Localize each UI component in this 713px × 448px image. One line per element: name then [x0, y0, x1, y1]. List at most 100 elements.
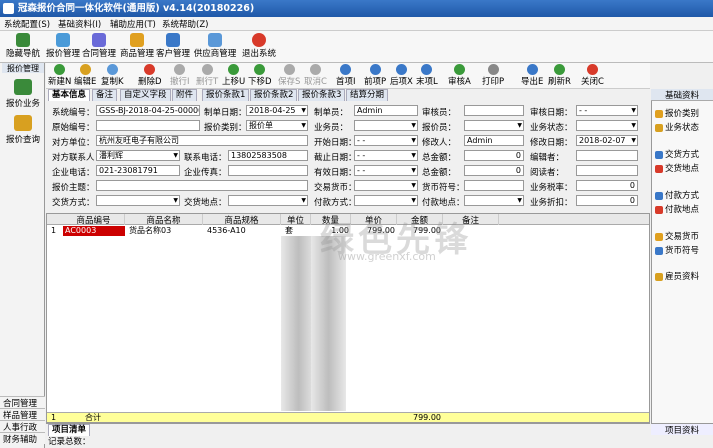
save-button[interactable]: 保存S	[278, 64, 300, 88]
move-down-button[interactable]: 下移D	[248, 64, 272, 88]
menu-base[interactable]: 基础资料(I)	[58, 18, 101, 30]
rate-field[interactable]: 0	[576, 195, 638, 206]
hide-nav-button[interactable]: 隐藏导航	[3, 33, 43, 61]
editor-field[interactable]	[576, 150, 638, 161]
prev-button[interactable]: 前项P	[364, 64, 386, 88]
moddate-field[interactable]: 2018-02-07	[576, 135, 638, 146]
menu-bar: 系统配置(S) 基础资料(I) 辅助应用(T) 系统帮助(Z)	[0, 17, 713, 31]
modifier-field[interactable]: Admin	[464, 135, 524, 146]
sidebar-item-quote-query[interactable]: 报价查询	[2, 115, 44, 145]
sidebar-item-finance[interactable]: 财务辅助	[0, 432, 45, 445]
close-button[interactable]: 关闭C	[581, 64, 604, 88]
quote-mgmt-button[interactable]: 报价管理	[46, 33, 80, 61]
first-button[interactable]: 首项I	[336, 64, 356, 88]
record-toolbar: 新建N 编辑E 复制K 删除D 撤行I 删行T 上移U 下移D 保存S 取消C …	[46, 63, 650, 89]
status-field[interactable]	[576, 120, 638, 131]
cancel-button[interactable]: 取消C	[304, 64, 327, 88]
party-field[interactable]: 杭州友旺电子有限公司	[96, 135, 308, 146]
rp-currency[interactable]: 交易货币	[655, 230, 699, 242]
tab-terms1[interactable]: 报价条款1	[202, 89, 250, 101]
print-button[interactable]: 打印P	[482, 64, 504, 88]
tax-field[interactable]: 0	[576, 180, 638, 191]
quoter-field[interactable]	[464, 120, 524, 131]
product-mgmt-button[interactable]: 商品管理	[120, 33, 154, 61]
pay-field[interactable]	[354, 195, 418, 206]
rp-pay[interactable]: 付款方式	[655, 189, 699, 201]
refresh-button[interactable]: 刷新R	[548, 64, 571, 88]
valid-field[interactable]: - -	[354, 165, 418, 176]
copy-button[interactable]: 复制K	[101, 64, 124, 88]
rp-project-data[interactable]: 项目资料	[651, 423, 713, 436]
menu-tools[interactable]: 辅助应用(T)	[110, 18, 156, 30]
supplier-mgmt-button[interactable]: 供应商管理	[193, 33, 237, 61]
tab-attachment[interactable]: 附件	[172, 89, 198, 101]
tab-remark[interactable]: 备注	[92, 89, 118, 101]
move-up-button[interactable]: 上移U	[222, 64, 245, 88]
sidebar-item-quote-business[interactable]: 报价业务	[2, 79, 44, 109]
trade-field[interactable]	[96, 195, 180, 206]
tel-field[interactable]: 021-23081791	[96, 165, 180, 176]
contact-field[interactable]: 潘利辉	[96, 150, 180, 161]
last-icon	[421, 64, 433, 75]
tab-terms3[interactable]: 报价条款3	[298, 89, 346, 101]
label-start: 开始日期：	[314, 138, 357, 148]
tab-settlement[interactable]: 结算分期	[346, 89, 389, 101]
auditor-field[interactable]	[464, 105, 524, 116]
qtype-field[interactable]: 报价单	[246, 120, 308, 131]
payplace-field[interactable]	[464, 195, 524, 206]
col-code[interactable]: 商品编号	[63, 214, 125, 226]
cursym-field[interactable]	[464, 180, 524, 191]
amount-field[interactable]: 0	[464, 150, 524, 161]
col-spec[interactable]: 商品规格	[203, 214, 281, 226]
exit-button[interactable]: 退出系统	[240, 33, 278, 61]
next-button[interactable]: 后项X	[390, 64, 413, 88]
tab-basic[interactable]: 基本信息	[48, 89, 91, 101]
export-button[interactable]: 导出E	[521, 64, 543, 88]
col-unit[interactable]: 单位	[281, 214, 311, 226]
tab-custom[interactable]: 自定义字段	[120, 89, 171, 101]
cell-name[interactable]: 货品名称03	[127, 226, 203, 236]
start-field[interactable]: - -	[354, 135, 418, 146]
auditdate-field[interactable]: - -	[576, 105, 638, 116]
insert-row-button[interactable]: 撤行I	[170, 64, 190, 88]
maker-field[interactable]: Admin	[354, 105, 418, 116]
date-field[interactable]: 2018-04-25	[246, 105, 308, 116]
rp-cursym[interactable]: 货币符号	[655, 244, 699, 256]
orig-field[interactable]	[96, 120, 200, 131]
code-field[interactable]: GSS-BJ-2018-04-25-000009	[96, 105, 200, 116]
currency-field[interactable]	[354, 180, 418, 191]
rp-trade[interactable]: 交货方式	[655, 148, 699, 160]
rp-place[interactable]: 交货地点	[655, 162, 699, 174]
cell-spec[interactable]: 4536-A10	[205, 226, 281, 236]
customer-mgmt-button[interactable]: 客户管理	[156, 33, 190, 61]
col-name[interactable]: 商品名称	[125, 214, 203, 226]
phone-field[interactable]: 13802583508	[228, 150, 308, 161]
menu-system[interactable]: 系统配置(S)	[4, 18, 50, 30]
rp-quote-type[interactable]: 报价类别	[655, 107, 699, 119]
reader-field[interactable]	[576, 165, 638, 176]
menu-help[interactable]: 系统帮助(Z)	[162, 18, 208, 30]
cell-code[interactable]: AC0003	[63, 226, 125, 236]
sidebar-item-contract[interactable]: 合同管理	[0, 396, 45, 409]
deadline-field[interactable]: - -	[354, 150, 418, 161]
rp-payplace[interactable]: 付款地点	[655, 203, 699, 215]
delete-button[interactable]: 删除D	[138, 64, 162, 88]
sidebar-item-hr[interactable]: 人事行政	[0, 420, 45, 433]
new-button[interactable]: 新建N	[48, 64, 71, 88]
rp-status[interactable]: 业务状态	[655, 121, 699, 133]
discount-field[interactable]: 0	[464, 165, 524, 176]
cell-unit[interactable]: 套	[283, 226, 311, 236]
edit-button[interactable]: 编辑E	[74, 64, 96, 88]
subject-field[interactable]	[96, 180, 308, 191]
tab-terms2[interactable]: 报价条款2	[250, 89, 298, 101]
place-field[interactable]	[228, 195, 308, 206]
last-button[interactable]: 末项L	[416, 64, 438, 88]
delete-row-button[interactable]: 删行T	[196, 64, 218, 88]
sidebar-item-sample[interactable]: 样品管理	[0, 408, 45, 421]
rp-employee[interactable]: 雇员资料	[655, 270, 699, 282]
audit-button[interactable]: 审核A	[448, 64, 471, 88]
insert-icon	[174, 64, 186, 75]
sales-field[interactable]	[354, 120, 418, 131]
fax-field[interactable]	[228, 165, 308, 176]
contract-mgmt-button[interactable]: 合同管理	[82, 33, 116, 61]
